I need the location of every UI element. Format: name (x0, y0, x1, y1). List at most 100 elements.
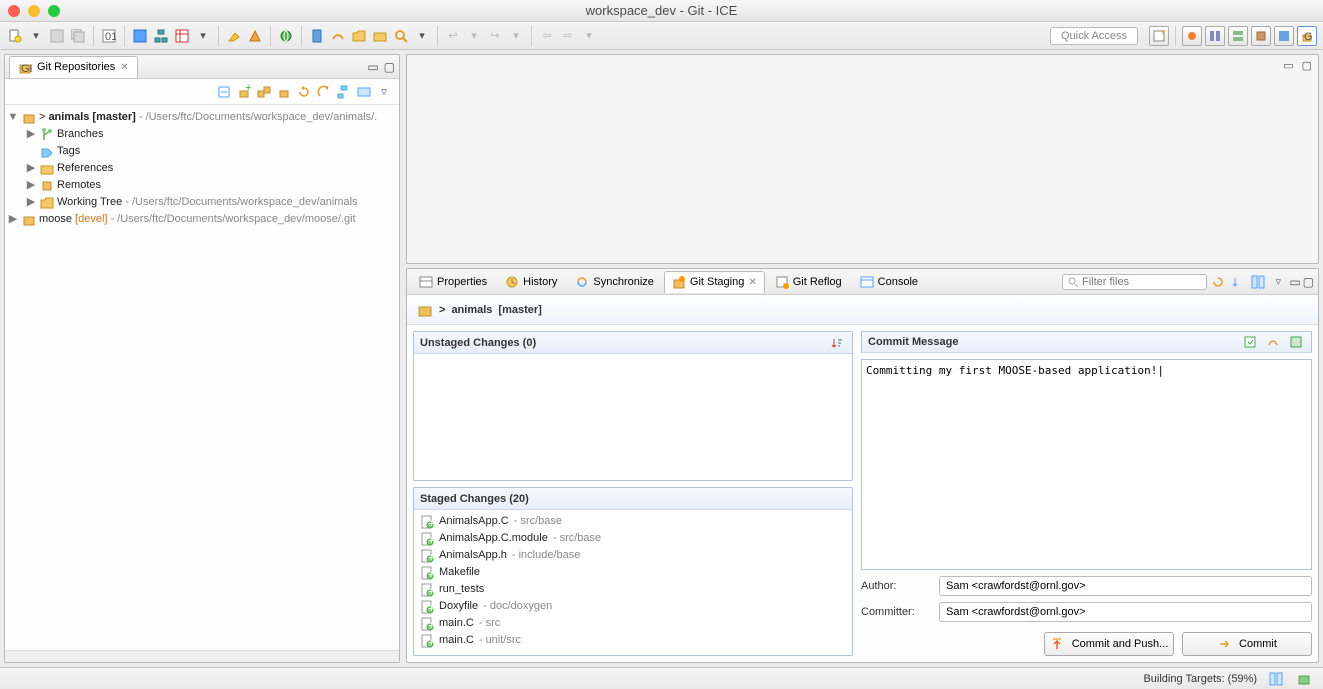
table-icon[interactable] (173, 27, 191, 45)
list-item[interactable]: +AnimalsApp.C - src/base (420, 513, 846, 530)
tool-icon[interactable] (225, 27, 243, 45)
perspective-button[interactable] (1228, 26, 1248, 46)
list-item[interactable]: +main.C - unit/src (420, 632, 846, 649)
git-repositories-tab[interactable]: GIT Git Repositories ✕ (9, 56, 138, 78)
tree-node-references[interactable]: ▶ References (7, 160, 397, 177)
expand-icon[interactable]: ▶ (25, 194, 37, 211)
nav-fwd-icon[interactable]: ↪ (486, 27, 504, 45)
open-perspective-button[interactable]: + (1149, 26, 1169, 46)
tool-blue-icon[interactable] (308, 27, 326, 45)
file-added-icon: + (420, 549, 434, 563)
view-menu-icon[interactable]: ▿ (375, 83, 393, 101)
tree-node-branches[interactable]: ▶ Branches (7, 126, 397, 143)
expand-icon[interactable]: ▶ (25, 126, 37, 143)
refresh-icon[interactable] (1209, 273, 1227, 291)
clone-repo-icon[interactable] (255, 83, 273, 101)
list-item[interactable]: +AnimalsApp.C.module - src/base (420, 530, 846, 547)
tree-node-tags[interactable]: Tags (7, 143, 397, 160)
chevron-down-icon[interactable]: ▾ (507, 27, 525, 45)
tree-node-animals[interactable]: ▼ > animals [master] - /Users/ftc/Docume… (7, 109, 397, 126)
hierarchy-icon[interactable] (335, 83, 353, 101)
layout-icon[interactable] (1249, 273, 1267, 291)
perspective-button[interactable] (1205, 26, 1225, 46)
list-item[interactable]: +run_tests (420, 581, 846, 598)
author-input[interactable] (939, 576, 1312, 596)
horizontal-scrollbar[interactable] (5, 650, 399, 662)
new-icon[interactable] (6, 27, 24, 45)
tree-node-remotes[interactable]: ▶ Remotes (7, 177, 397, 194)
globe-icon[interactable] (277, 27, 295, 45)
updates-icon[interactable] (1295, 670, 1313, 688)
perspective-button[interactable] (1182, 26, 1202, 46)
git-perspective-button[interactable]: GIT (1297, 26, 1317, 46)
grid-01-icon[interactable]: 01 (100, 27, 118, 45)
chevron-down-icon[interactable]: ▾ (27, 27, 45, 45)
filter-input[interactable] (1082, 276, 1202, 288)
list-item[interactable]: +Makefile (420, 564, 846, 581)
commit-push-button[interactable]: Commit and Push... (1044, 632, 1174, 656)
sort-icon[interactable] (828, 334, 846, 352)
maximize-icon[interactable]: ▢ (384, 60, 395, 74)
amend-icon[interactable] (1241, 333, 1259, 351)
minimize-icon[interactable]: ▭ (1289, 275, 1300, 289)
chevron-down-icon[interactable]: ▾ (580, 27, 598, 45)
refresh-icon[interactable] (295, 83, 313, 101)
perspective-button[interactable] (1251, 26, 1271, 46)
commit-button[interactable]: Commit (1182, 632, 1312, 656)
minimize-icon[interactable]: ▭ (1283, 59, 1293, 72)
collapse-all-icon[interactable] (215, 83, 233, 101)
filter-icon[interactable] (355, 83, 373, 101)
maximize-icon[interactable]: ▢ (1302, 59, 1312, 72)
expand-icon[interactable]: ▶ (25, 177, 37, 194)
link-icon[interactable] (315, 83, 333, 101)
layout-icon[interactable] (131, 27, 149, 45)
tree-node-moose[interactable]: ▶ moose [devel] - /Users/ftc/Documents/w… (7, 211, 397, 228)
chevron-down-icon[interactable]: ▾ (194, 27, 212, 45)
hierarchy-icon[interactable] (152, 27, 170, 45)
tool-icon[interactable] (246, 27, 264, 45)
list-item[interactable]: +Doxyfile - doc/doxygen (420, 598, 846, 615)
close-icon[interactable]: ✕ (748, 277, 756, 288)
sort-icon[interactable] (1229, 273, 1247, 291)
tab-console[interactable]: Console (852, 271, 926, 293)
tree-node-working-tree[interactable]: ▶ Working Tree - /Users/ftc/Documents/wo… (7, 194, 397, 211)
repo-path: - /Users/ftc/Documents/workspace_dev/ani… (139, 109, 377, 126)
create-repo-icon[interactable] (275, 83, 293, 101)
staged-list[interactable]: +AnimalsApp.C - src/base+AnimalsApp.C.mo… (414, 510, 852, 655)
close-icon[interactable]: ✕ (120, 62, 128, 73)
add-repo-icon[interactable]: + (235, 83, 253, 101)
search-icon[interactable] (392, 27, 410, 45)
expand-icon[interactable]: ▶ (25, 160, 37, 177)
list-item[interactable]: +AnimalsApp.h - include/base (420, 547, 846, 564)
tab-git-reflog[interactable]: Git Reflog (767, 271, 850, 293)
tab-properties[interactable]: Properties (411, 271, 495, 293)
chevron-down-icon[interactable]: ▾ (413, 27, 431, 45)
unstaged-list[interactable] (414, 354, 852, 480)
folder-open-icon[interactable] (350, 27, 368, 45)
tab-history[interactable]: History (497, 271, 565, 293)
tab-git-staging[interactable]: Git Staging✕ (664, 271, 765, 293)
commit-message-input[interactable] (861, 359, 1312, 570)
save-all-icon[interactable] (69, 27, 87, 45)
fwd-icon[interactable]: ⇨ (559, 27, 577, 45)
quick-access-button[interactable]: Quick Access (1050, 27, 1138, 45)
expand-icon[interactable]: ▶ (7, 211, 19, 228)
minimize-icon[interactable]: ▭ (367, 60, 378, 74)
filter-files-input[interactable] (1062, 274, 1207, 290)
tool-orange-icon[interactable] (329, 27, 347, 45)
tab-synchronize[interactable]: Synchronize (567, 271, 662, 293)
maximize-icon[interactable]: ▢ (1303, 275, 1314, 289)
signoff-icon[interactable] (1264, 333, 1282, 351)
back-icon[interactable]: ⇦ (538, 27, 556, 45)
chevron-down-icon[interactable]: ▾ (465, 27, 483, 45)
committer-input[interactable] (939, 602, 1312, 622)
list-item[interactable]: +main.C - src (420, 615, 846, 632)
nav-back-icon[interactable]: ↩ (444, 27, 462, 45)
perspective-button[interactable] (1274, 26, 1294, 46)
save-icon[interactable] (48, 27, 66, 45)
folder-icon[interactable] (371, 27, 389, 45)
gerrit-icon[interactable] (1287, 333, 1305, 351)
expand-icon[interactable]: ▼ (7, 109, 19, 126)
view-menu-icon[interactable]: ▿ (1269, 273, 1287, 291)
progress-icon[interactable] (1267, 670, 1285, 688)
